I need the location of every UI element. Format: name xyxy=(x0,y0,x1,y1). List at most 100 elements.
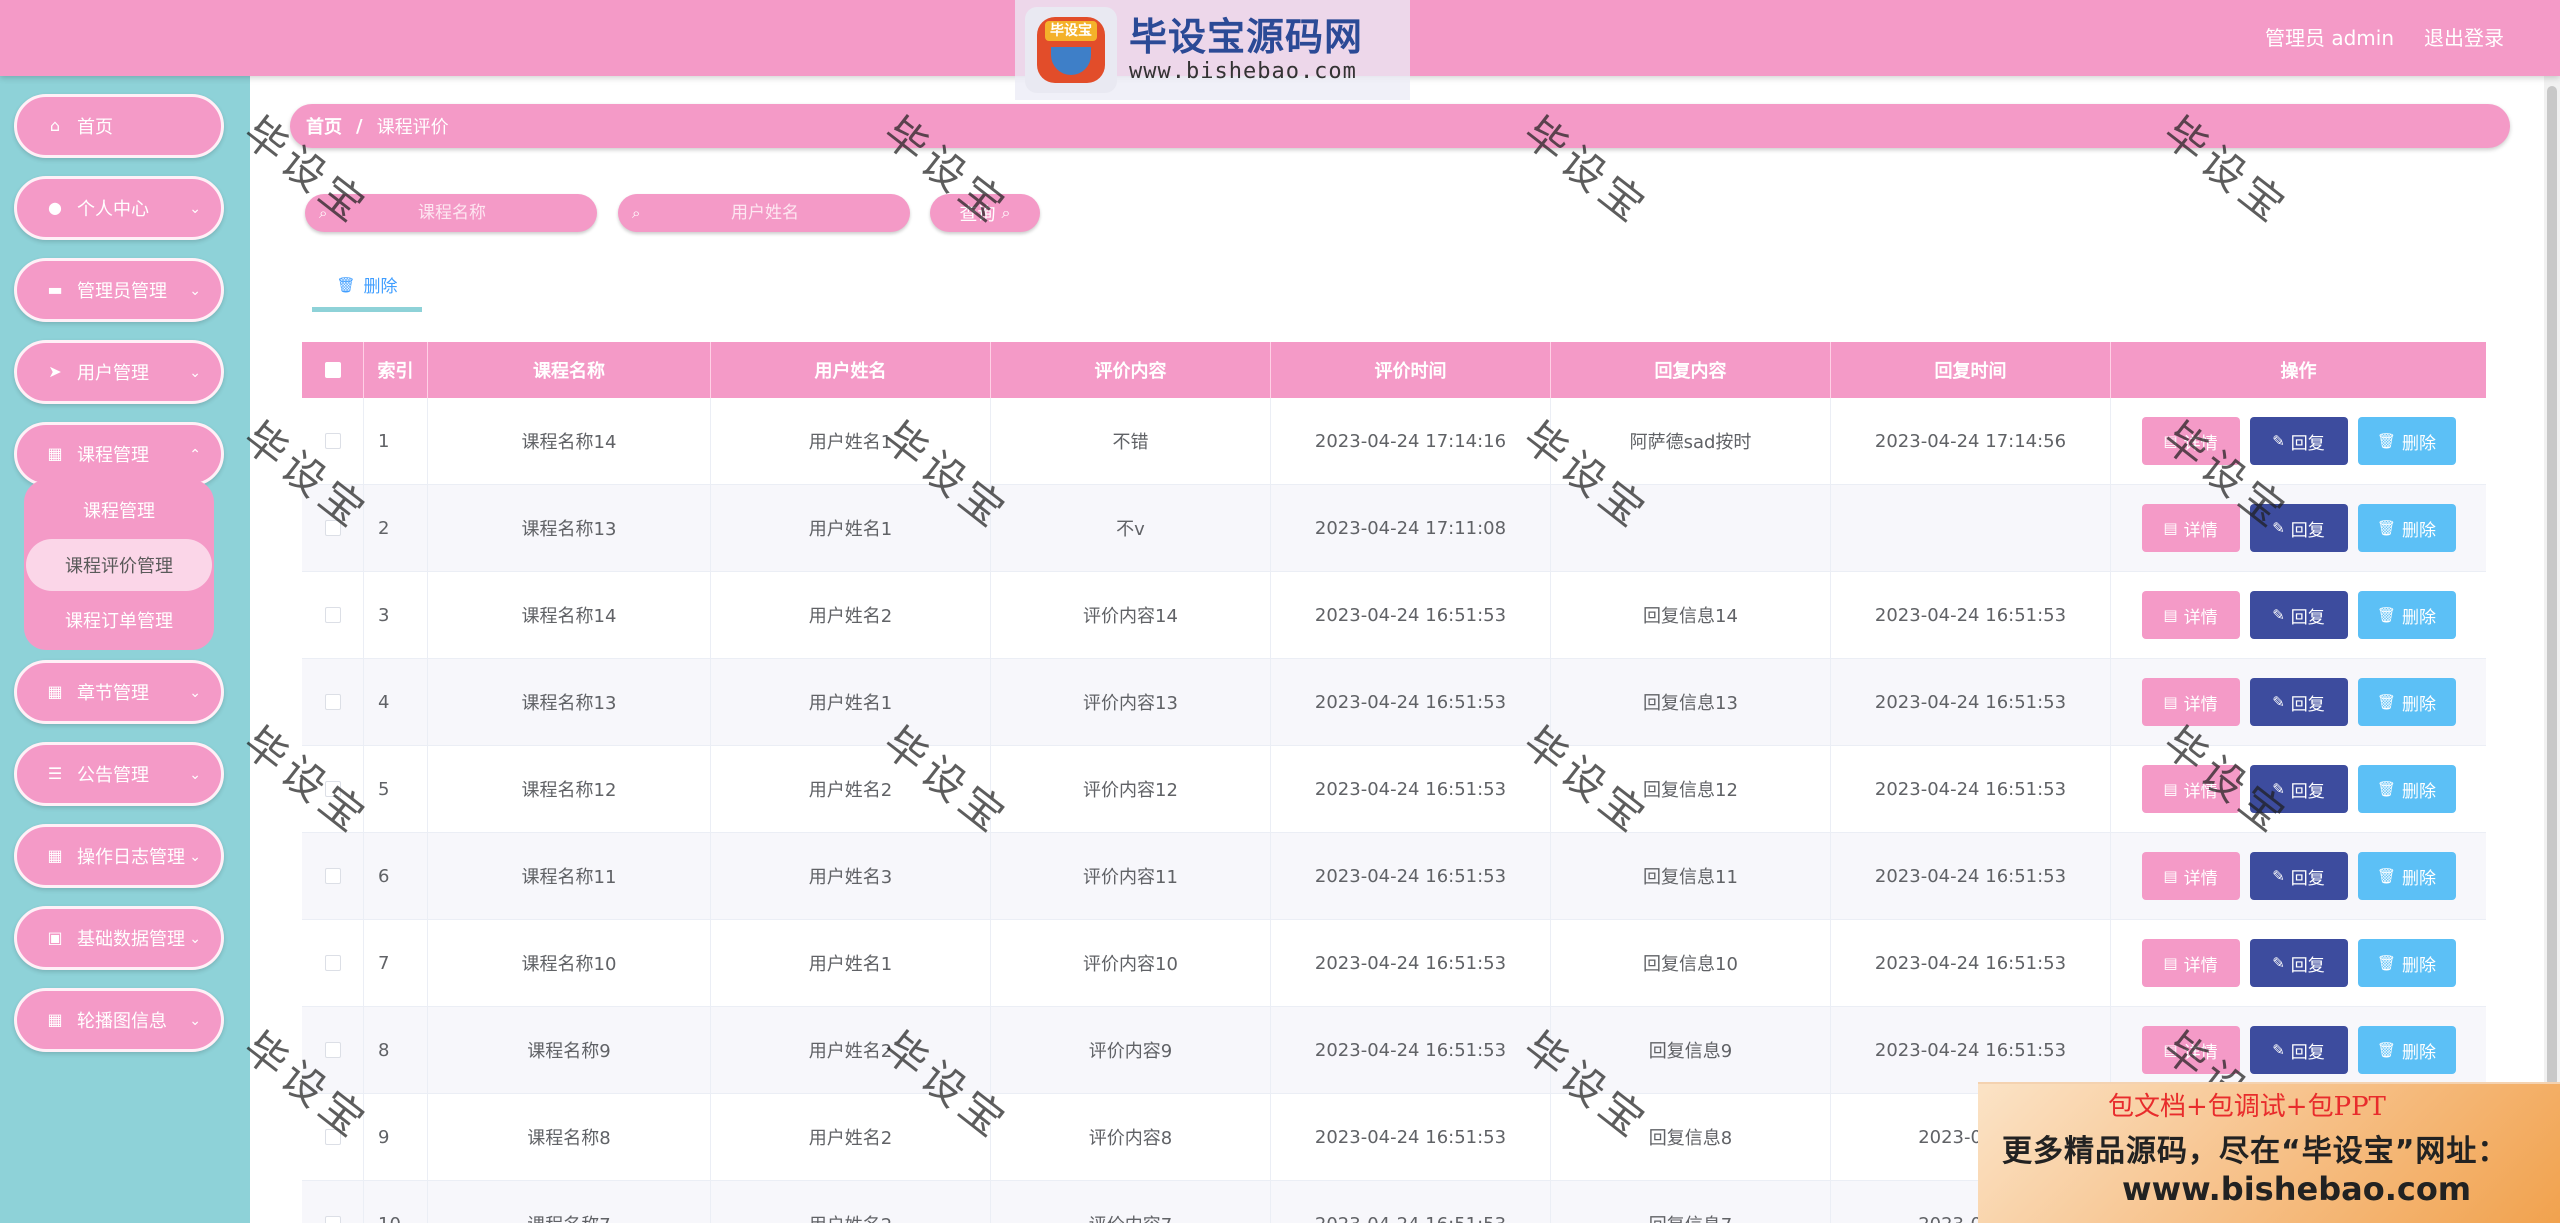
document-icon: ▤ xyxy=(2163,519,2178,537)
reply-button-label: 回复 xyxy=(2290,781,2325,802)
cell-reply-time: 2023-04-24 16:51:53 xyxy=(1831,1007,2111,1093)
reply-button[interactable]: ✎ 回复 xyxy=(2249,591,2348,639)
document-icon: ▤ xyxy=(2163,780,2178,798)
clipboard-icon: ▣ xyxy=(47,928,63,947)
logout-link[interactable]: 退出登录 xyxy=(2424,22,2504,51)
delete-button[interactable]: 🗑 删除 xyxy=(2357,1026,2456,1074)
row-checkbox[interactable] xyxy=(324,433,341,449)
detail-button[interactable]: ▤ 详情 xyxy=(2141,765,2240,813)
sidebar-item-log-management[interactable]: ▦ 操作日志管理 ⌄ xyxy=(14,824,224,888)
detail-button[interactable]: ▤ 详情 xyxy=(2141,417,2240,465)
delete-button[interactable]: 🗑 删除 xyxy=(2357,765,2456,813)
breadcrumb-home[interactable]: 首页 xyxy=(306,113,342,139)
sidebar-item-personal-center[interactable]: ● 个人中心 ⌄ xyxy=(14,176,224,240)
course-name-search[interactable]: ⌕ xyxy=(305,194,597,232)
scrollbar-thumb[interactable] xyxy=(2547,86,2557,1086)
query-button[interactable]: 查询 ⌕ xyxy=(930,194,1040,232)
delete-button[interactable]: 🗑 删除 xyxy=(2357,939,2456,987)
cell-user-name: 用户姓名2 xyxy=(711,1007,991,1093)
user-name-search[interactable]: ⌕ xyxy=(618,194,910,232)
submenu-item-course-review[interactable]: 课程评价管理 xyxy=(26,539,212,591)
row-checkbox[interactable] xyxy=(324,694,341,710)
sidebar-item-chapter-management[interactable]: ▦ 章节管理 ⌄ xyxy=(14,660,224,724)
delete-button[interactable]: 🗑 删除 xyxy=(2357,417,2456,465)
promo-banner[interactable]: 包文档+包调试+包PPT 更多精品源码，尽在“毕设宝”网址： www.bishe… xyxy=(1978,1082,2560,1223)
submenu-item-course-order[interactable]: 课程订单管理 xyxy=(26,594,212,646)
sidebar-item-admin-management[interactable]: ▬ 管理员管理 ⌄ xyxy=(14,258,224,322)
row-checkbox[interactable] xyxy=(324,607,341,623)
cell-review-content: 评价内容10 xyxy=(991,920,1271,1006)
detail-button[interactable]: ▤ 详情 xyxy=(2141,591,2240,639)
sidebar-item-basic-data[interactable]: ▣ 基础数据管理 ⌄ xyxy=(14,906,224,970)
row-checkbox[interactable] xyxy=(324,1129,341,1145)
delete-button[interactable]: 🗑 删除 xyxy=(2357,591,2456,639)
reply-button[interactable]: ✎ 回复 xyxy=(2249,939,2348,987)
cell-review-content: 评价内容11 xyxy=(991,833,1271,919)
submenu-item-course[interactable]: 课程管理 xyxy=(26,484,212,536)
detail-button[interactable]: ▤ 详情 xyxy=(2141,939,2240,987)
row-checkbox[interactable] xyxy=(324,520,341,536)
document-icon: ▤ xyxy=(2163,1041,2178,1059)
cell-index: 9 xyxy=(364,1094,428,1180)
sidebar-item-user-management[interactable]: ➤ 用户管理 ⌄ xyxy=(14,340,224,404)
row-checkbox[interactable] xyxy=(324,955,341,971)
sidebar-item-course-management[interactable]: ▦ 课程管理 ⌃ xyxy=(14,422,224,486)
column-header-review-time: 评价时间 xyxy=(1271,342,1551,398)
row-checkbox[interactable] xyxy=(324,868,341,884)
detail-button[interactable]: ▤ 详情 xyxy=(2141,678,2240,726)
row-checkbox[interactable] xyxy=(324,1042,341,1058)
detail-button[interactable]: ▤ 详情 xyxy=(2141,1026,2240,1074)
table-header: 索引 课程名称 用户姓名 评价内容 评价时间 回复内容 回复时间 操作 xyxy=(302,342,2486,398)
document-icon: ▤ xyxy=(2163,954,2178,972)
select-all-checkbox[interactable] xyxy=(324,362,341,378)
row-checkbox[interactable] xyxy=(324,1216,341,1223)
edit-icon: ✎ xyxy=(2272,780,2285,798)
column-header-index: 索引 xyxy=(364,342,428,398)
reply-button[interactable]: ✎ 回复 xyxy=(2249,417,2348,465)
row-checkbox[interactable] xyxy=(324,781,341,797)
detail-button[interactable]: ▤ 详情 xyxy=(2141,852,2240,900)
cell-user-name: 用户姓名2 xyxy=(711,1181,991,1223)
cell-course-name: 课程名称8 xyxy=(428,1094,711,1180)
chevron-down-icon: ⌄ xyxy=(189,931,201,947)
logo-title: 毕设宝源码网 xyxy=(1129,15,1364,59)
sidebar-item-home[interactable]: ⌂ 首页 xyxy=(14,94,224,158)
detail-button-label: 详情 xyxy=(2183,781,2218,802)
reply-button-label: 回复 xyxy=(2290,520,2325,541)
edit-icon: ✎ xyxy=(2272,693,2285,711)
reply-button[interactable]: ✎ 回复 xyxy=(2249,765,2348,813)
chevron-down-icon: ⌄ xyxy=(189,849,201,865)
search-icon: ⌕ xyxy=(632,204,641,222)
vertical-scrollbar[interactable] xyxy=(2544,76,2560,1223)
chevron-down-icon: ⌄ xyxy=(189,201,201,217)
grid-icon: ▦ xyxy=(47,444,63,463)
cell-reply-content: 回复信息9 xyxy=(1551,1007,1831,1093)
sidebar-item-carousel[interactable]: ▦ 轮播图信息 ⌄ xyxy=(14,988,224,1052)
reply-button[interactable]: ✎ 回复 xyxy=(2249,504,2348,552)
cell-reply-time: 2023-04-24 16:51:53 xyxy=(1831,920,2111,1006)
detail-button[interactable]: ▤ 详情 xyxy=(2141,504,2240,552)
table-row: 7 课程名称10 用户姓名1 评价内容10 2023-04-24 16:51:53 回复信… xyxy=(302,920,2486,1007)
course-name-input[interactable] xyxy=(337,195,567,231)
reply-button-label: 回复 xyxy=(2290,955,2325,976)
cell-reply-time xyxy=(1831,485,2111,571)
edit-icon: ✎ xyxy=(2272,954,2285,972)
reply-button[interactable]: ✎ 回复 xyxy=(2249,852,2348,900)
batch-delete-button[interactable]: 🗑 删除 xyxy=(312,262,422,312)
home-icon: ⌂ xyxy=(49,116,61,135)
sidebar-item-label: 首页 xyxy=(77,117,113,138)
user-name-input[interactable] xyxy=(650,195,880,231)
reply-button-label: 回复 xyxy=(2290,433,2325,454)
reply-button[interactable]: ✎ 回复 xyxy=(2249,1026,2348,1074)
sidebar-item-notice-management[interactable]: ☰ 公告管理 ⌄ xyxy=(14,742,224,806)
trash-icon: 🗑 xyxy=(2376,1041,2397,1059)
table-row: 3 课程名称14 用户姓名2 评价内容14 2023-04-24 16:51:53 回复信… xyxy=(302,572,2486,659)
delete-button[interactable]: 🗑 删除 xyxy=(2357,852,2456,900)
reply-button[interactable]: ✎ 回复 xyxy=(2249,678,2348,726)
current-user-label: 管理员 admin xyxy=(2264,26,2394,50)
delete-button-label: 删除 xyxy=(2402,433,2437,454)
cell-reply-time: 2023-04-24 17:14:56 xyxy=(1831,398,2111,484)
delete-button[interactable]: 🗑 删除 xyxy=(2357,678,2456,726)
cell-review-time: 2023-04-24 16:51:53 xyxy=(1271,746,1551,832)
delete-button[interactable]: 🗑 删除 xyxy=(2357,504,2456,552)
